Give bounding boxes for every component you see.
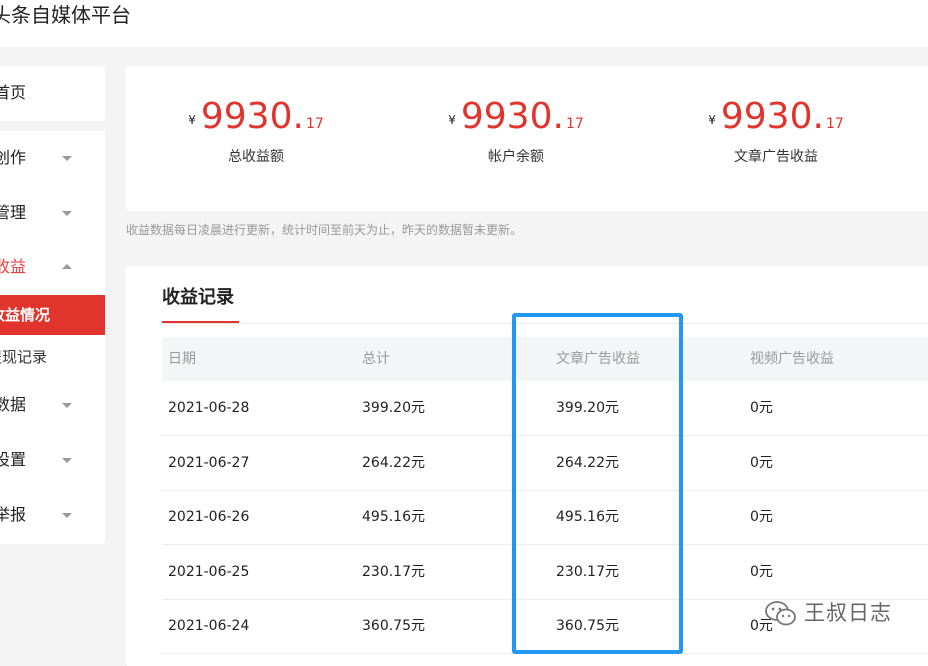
- tab-income-records[interactable]: 收益记录: [162, 285, 234, 311]
- stat-integer: 9930: [200, 96, 293, 137]
- stat-article-ad-income: ¥9930. 17 文章广告收益: [646, 96, 906, 166]
- cell-date: 2021-06-25: [168, 564, 250, 580]
- cell-total: 399.20元: [362, 400, 425, 416]
- decimal-point: .: [292, 96, 304, 137]
- column-header-date: 日期: [168, 351, 196, 367]
- sidebar-item-label: 创作: [0, 148, 27, 167]
- cell-video-ad: 0元: [750, 509, 773, 525]
- sidebar-home-card: 首页: [0, 66, 105, 121]
- wechat-icon: [765, 601, 796, 626]
- table-row: 2021-06-25 230.17元 230.17元 0元: [162, 545, 928, 600]
- column-header-article-ad: 文章广告收益: [556, 351, 640, 367]
- cell-date: 2021-06-28: [168, 400, 250, 416]
- cell-article-ad: 495.16元: [556, 509, 619, 525]
- sidebar-subitem-label: 收益情况: [0, 306, 51, 324]
- stat-integer: 9930: [720, 96, 813, 137]
- table-row: 2021-06-28 399.20元 399.20元 0元: [162, 381, 928, 436]
- cell-total: 360.75元: [362, 618, 425, 634]
- cell-video-ad: 0元: [750, 455, 773, 471]
- column-header-video-ad: 视频广告收益: [750, 351, 834, 367]
- cell-date: 2021-06-27: [168, 455, 250, 471]
- chevron-down-icon: [62, 403, 72, 408]
- stat-account-balance: ¥9930. 17 帐户余额: [386, 96, 646, 166]
- stat-amount: ¥9930. 17: [646, 96, 906, 144]
- table-row: 2021-06-27 264.22元 264.22元 0元: [162, 436, 928, 491]
- sidebar-item-home[interactable]: 首页: [0, 81, 26, 105]
- sidebar-item-label: 数据: [0, 395, 27, 414]
- cell-total: 495.16元: [362, 509, 425, 525]
- sidebar-subitem-income-overview[interactable]: 收益情况: [0, 295, 105, 335]
- stat-integer: 9930: [460, 96, 553, 137]
- sidebar-item-label: 管理: [0, 203, 27, 222]
- cell-article-ad: 230.17元: [556, 564, 619, 580]
- cell-date: 2021-06-26: [168, 509, 250, 525]
- stat-caption: 文章广告收益: [734, 149, 818, 165]
- sidebar-item-label: 收益: [0, 257, 27, 276]
- stat-caption: 帐户余额: [488, 149, 544, 165]
- income-summary-card: ¥9930. 17 总收益额 ¥9930. 17 帐户余额 ¥9930. 17 文章广…: [126, 66, 928, 211]
- stat-decimal: 17: [565, 116, 584, 132]
- sidebar-item-settings[interactable]: 设置: [0, 440, 105, 480]
- cell-article-ad: 399.20元: [556, 400, 619, 416]
- sidebar-item-manage[interactable]: 管理: [0, 193, 105, 233]
- sidebar-item-create[interactable]: 创作: [0, 138, 105, 178]
- stat-decimal: 17: [825, 116, 844, 132]
- stat-decimal: 17: [305, 116, 324, 132]
- chevron-down-icon: [62, 156, 72, 161]
- currency-symbol: ¥: [188, 113, 196, 127]
- update-note: 收益数据每日凌晨进行更新，统计时间至前天为止，昨天的数据暂未更新。: [126, 223, 523, 237]
- currency-symbol: ¥: [708, 113, 716, 127]
- sidebar-item-income[interactable]: 收益: [0, 247, 105, 287]
- stat-caption: 总收益额: [228, 149, 284, 165]
- column-header-total: 总计: [362, 351, 390, 367]
- sidebar-item-data[interactable]: 数据: [0, 385, 105, 425]
- sidebar-item-label: 举报: [0, 505, 27, 524]
- table-row: 2021-06-26 495.16元 495.16元 0元: [162, 490, 928, 545]
- sidebar-subitem-withdraw-records[interactable]: 提现记录: [0, 337, 105, 377]
- chevron-down-icon: [62, 458, 72, 463]
- app-title[interactable]: 头条自媒体平台: [0, 2, 131, 28]
- stat-amount: ¥9930. 17: [126, 96, 386, 144]
- chevron-up-icon: [62, 264, 72, 269]
- currency-symbol: ¥: [448, 113, 456, 127]
- cell-article-ad: 264.22元: [556, 455, 619, 471]
- sidebar-item-report[interactable]: 举报: [0, 495, 105, 535]
- stat-total-income: ¥9930. 17 总收益额: [126, 96, 386, 166]
- sidebar-menu: 创作 管理 收益 收益情况 提现记录 数据 设置 举报: [0, 131, 105, 544]
- cell-total: 230.17元: [362, 564, 425, 580]
- tabs-divider: [162, 323, 928, 324]
- cell-total: 264.22元: [362, 455, 425, 471]
- table-header: 日期 总计 文章广告收益 视频广告收益: [162, 337, 928, 381]
- cell-video-ad: 0元: [750, 400, 773, 416]
- cell-date: 2021-06-24: [168, 618, 250, 634]
- watermark-text: 王叔日志: [804, 601, 892, 625]
- sidebar-item-label: 设置: [0, 450, 27, 469]
- cell-video-ad: 0元: [750, 564, 773, 580]
- stat-amount: ¥9930. 17: [386, 96, 646, 144]
- sidebar-subitem-label: 提现记录: [0, 348, 48, 366]
- cell-article-ad: 360.75元: [556, 618, 619, 634]
- chevron-down-icon: [62, 513, 72, 518]
- chevron-down-icon: [62, 211, 72, 216]
- top-bar: 头条自媒体平台: [0, 0, 928, 47]
- decimal-point: .: [552, 96, 564, 137]
- decimal-point: .: [812, 96, 824, 137]
